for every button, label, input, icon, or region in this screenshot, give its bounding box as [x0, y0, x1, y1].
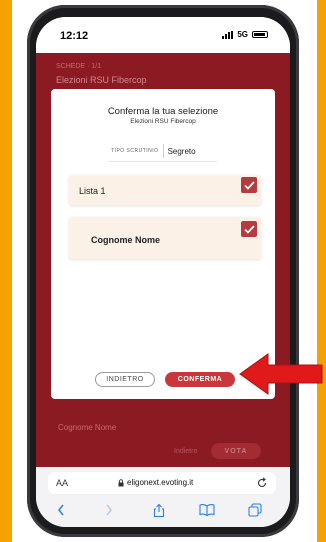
modal-subtitle: Elezioni RSU Fibercop — [130, 118, 196, 125]
back-button[interactable]: INDIETRO — [95, 372, 155, 387]
background-title: Elezioni RSU Fibercop — [56, 75, 147, 85]
scrutinio-divider — [162, 144, 164, 158]
phone-screen: 12:12 5G SCHEDE · 1/1 Elezioni RSU Fiber… — [36, 17, 290, 527]
browser-nav-row — [36, 500, 290, 522]
selection-card-candidate[interactable]: Cognome Nome — [69, 217, 261, 259]
reader-aa-button[interactable]: AA — [56, 478, 68, 488]
scrutinio-underline — [109, 161, 217, 162]
background-back-link: Indietro — [174, 448, 198, 455]
back-icon[interactable] — [56, 503, 66, 517]
scrutinio-row: TIPO SCRUTINIO Segreto — [111, 144, 196, 158]
selection-card-lista[interactable]: Lista 1 — [69, 175, 261, 205]
status-indicators: 5G — [222, 30, 268, 39]
safari-toolbar: AA eligonext.evoting.it — [36, 467, 290, 527]
lock-icon — [118, 478, 124, 486]
signal-icon — [222, 30, 234, 39]
battery-icon — [252, 31, 268, 38]
status-bar: 12:12 5G — [36, 17, 290, 53]
url-display: eligonext.evoting.it — [118, 478, 193, 487]
url-bar[interactable]: AA eligonext.evoting.it — [48, 472, 276, 494]
forward-icon[interactable] — [104, 503, 114, 517]
tabs-icon[interactable] — [248, 503, 262, 517]
scrutinio-label: TIPO SCRUTINIO — [111, 148, 159, 154]
check-icon[interactable] — [241, 221, 257, 237]
scrutinio-value: Segreto — [167, 146, 196, 156]
background-breadcrumb: SCHEDE · 1/1 — [56, 63, 102, 70]
url-text: eligonext.evoting.it — [127, 478, 194, 487]
check-icon[interactable] — [241, 177, 257, 193]
selection-label: Cognome Nome — [91, 235, 161, 245]
red-arrow-annotation — [239, 353, 323, 395]
share-icon[interactable] — [152, 503, 166, 518]
bookmarks-icon[interactable] — [199, 503, 215, 516]
selection-label: Lista 1 — [79, 186, 106, 196]
background-vota-button: VOTA — [211, 443, 261, 459]
background-item: Cognome Nome — [58, 423, 117, 432]
confirm-button[interactable]: CONFERMA — [165, 372, 235, 387]
modal-title: Conferma la tua selezione — [107, 106, 219, 117]
network-label: 5G — [237, 30, 248, 39]
status-time: 12:12 — [60, 30, 89, 42]
reload-icon[interactable] — [256, 476, 268, 489]
